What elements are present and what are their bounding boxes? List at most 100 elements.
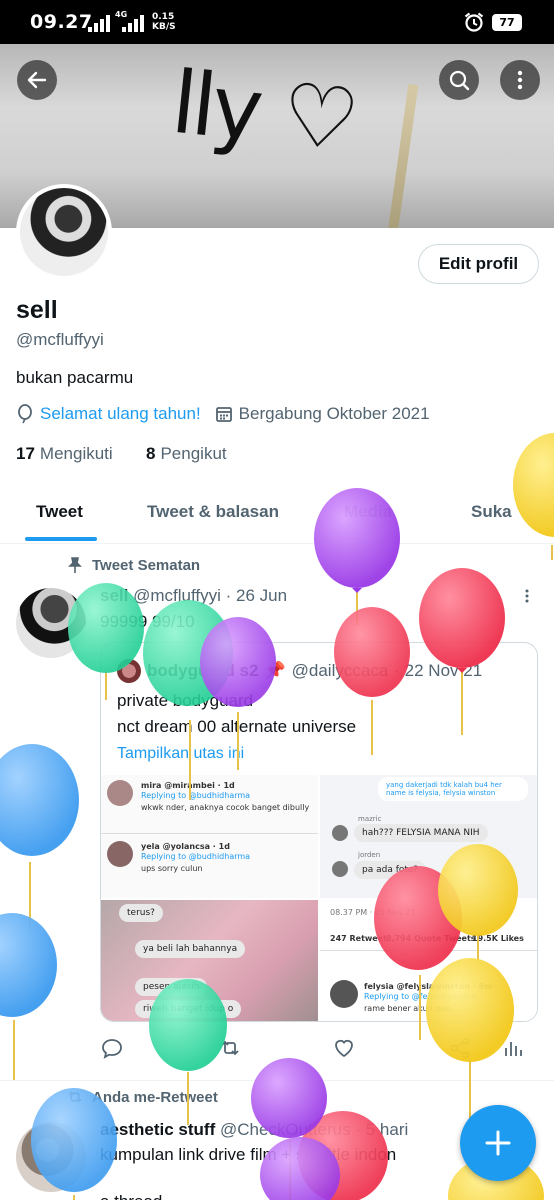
signal-icon xyxy=(88,14,110,32)
chat-bubble: ya beli lah bahannya xyxy=(135,940,246,958)
banner-streak xyxy=(387,84,419,228)
retweet-header: aesthetic stuff @CheckOutterus · 5 hari xyxy=(100,1120,408,1140)
mini-avatar xyxy=(107,841,133,867)
mini-time: 08.37 PM · 05 Nov 21 xyxy=(330,908,416,917)
profile-meta: Selamat ulang tahun! Bergabung Oktober 2… xyxy=(16,404,430,424)
chat-name: jorden xyxy=(358,851,381,859)
quote-line-2: nct dream 00 alternate universe xyxy=(117,717,357,736)
pinned-label-row: Tweet Sematan xyxy=(66,556,200,574)
calendar-icon xyxy=(215,407,232,422)
chat-bubble: terus? xyxy=(119,904,163,922)
retweet-handle: @CheckOutterus xyxy=(219,1120,351,1139)
profile-name: sell xyxy=(16,296,58,324)
back-button[interactable] xyxy=(17,60,57,100)
balloon xyxy=(0,913,57,1080)
followers-link[interactable]: 8 Pengikut xyxy=(146,444,227,464)
mini-text: ups sorry culun xyxy=(141,864,203,873)
tab-tweets-replies[interactable]: Tweet & balasan xyxy=(147,502,279,522)
tweet-actions xyxy=(100,1036,530,1064)
mini-user: felysia @felyslawinston · 8m xyxy=(364,982,493,991)
profile-tabs: Tweet Tweet & balasan Media Suka xyxy=(0,488,554,544)
quote-author: bodyguard s2 xyxy=(147,661,259,680)
pin-icon xyxy=(68,557,82,573)
following-count: 17 xyxy=(16,444,35,463)
followers-label: Pengikut xyxy=(160,444,227,463)
mini-likes: 19.5K Likes xyxy=(472,934,524,943)
mini-divider xyxy=(101,833,318,834)
retweet-text: kumpulan link drive film + subtitle indo… xyxy=(100,1145,397,1164)
quote-avatar xyxy=(117,659,141,683)
search-icon xyxy=(449,70,470,91)
alarm-clock-icon xyxy=(464,12,484,32)
tab-media[interactable]: Media xyxy=(344,502,392,522)
balloon-icon xyxy=(18,404,32,424)
quote-media-grid: mira @mirambei · 1d Replying to @budhidh… xyxy=(101,775,537,1021)
signal-icon-2 xyxy=(122,14,144,32)
tab-tweets[interactable]: Tweet xyxy=(36,502,83,522)
status-time: 09.27 xyxy=(30,11,93,33)
chat-bubble: pa ada foto? xyxy=(354,861,427,879)
retweet-label: Anda me-Retweet xyxy=(92,1088,218,1106)
analytics-icon[interactable] xyxy=(500,1036,524,1060)
edit-profile-button[interactable]: Edit profil xyxy=(418,244,539,284)
retweet-date: · 5 hari xyxy=(355,1120,409,1139)
tweet-avatar[interactable] xyxy=(16,588,86,658)
battery-indicator: 77 xyxy=(492,14,522,31)
mini-text: rame bener akun gue... xyxy=(364,1004,458,1013)
chat-bubble: riweh banget idup o xyxy=(135,1000,242,1018)
media-image-4[interactable]: 08.37 PM · 05 Nov 21 247 Retweet 8,794 Q… xyxy=(320,900,537,1021)
chat-avatar xyxy=(332,825,348,841)
tweet-author[interactable]: sell xyxy=(100,586,128,605)
retweet-label-row: Anda me-Retweet xyxy=(66,1088,218,1106)
retweet-avatar[interactable] xyxy=(16,1122,86,1192)
media-image-3[interactable]: terus? ya beli lah bahannya pesen ajasih… xyxy=(101,900,318,1021)
mini-user: yela @yolancsa · 1d xyxy=(141,842,230,851)
network-speed: 0.15 KB/S xyxy=(152,12,176,32)
profile-avatar[interactable] xyxy=(16,184,112,280)
chat-bubble: yang dakerjadi tdk kalah bu4 her name is… xyxy=(378,777,528,801)
like-icon[interactable] xyxy=(332,1036,356,1060)
show-thread-link[interactable]: Tampilkan utas ini xyxy=(117,745,244,763)
mini-quotes: 8,794 Quote Tweets xyxy=(386,934,476,943)
quote-handle: @dailyccaca xyxy=(291,661,389,680)
retweet-icon[interactable] xyxy=(218,1036,242,1060)
mini-reply: Replying to @felyslawinston xyxy=(364,992,477,1001)
mini-avatar xyxy=(107,780,133,806)
tweet-date: · 26 Jun xyxy=(225,586,288,605)
more-options-button[interactable] xyxy=(500,60,540,100)
media-image-1[interactable]: mira @mirambei · 1d Replying to @budhidh… xyxy=(101,775,318,898)
quote-header: bodyguard s2 📌 @dailyccaca · 22 Nov 21 xyxy=(117,659,482,683)
banner-text: lly ♡ xyxy=(167,52,360,172)
joined-date: Bergabung Oktober 2021 xyxy=(238,404,430,423)
mini-avatar xyxy=(330,980,358,1008)
chat-bubble: hah??? FELYSIA MANA NIH xyxy=(354,824,488,842)
balloon xyxy=(0,744,79,930)
mini-divider xyxy=(320,950,537,951)
media-image-2[interactable]: yang dakerjadi tdk kalah bu4 her name is… xyxy=(320,775,537,898)
share-icon[interactable] xyxy=(448,1036,472,1060)
arrow-left-icon xyxy=(27,71,47,89)
quoted-tweet[interactable]: bodyguard s2 📌 @dailyccaca · 22 Nov 21 p… xyxy=(100,642,538,1022)
followers-count: 8 xyxy=(146,444,156,463)
reply-icon[interactable] xyxy=(100,1036,124,1060)
mini-retweets: 247 Retweet xyxy=(330,934,387,943)
retweet-text-2: a thread xyxy=(100,1192,162,1200)
profile-handle: @mcfluffyyi xyxy=(16,330,104,349)
tab-likes[interactable]: Suka xyxy=(471,502,512,522)
search-button[interactable] xyxy=(439,60,479,100)
quote-date: · 22 Nov 21 xyxy=(394,661,483,680)
status-bar: 09.27 4G 0.15 KB/S 77 xyxy=(0,0,554,44)
quote-line-1: private bodyguard xyxy=(117,691,254,710)
tweet-handle: @mcfluffyyi xyxy=(133,586,221,605)
active-tab-indicator xyxy=(25,537,97,541)
pinned-label: Tweet Sematan xyxy=(92,556,201,574)
pin-emoji: 📌 xyxy=(264,661,286,680)
tweet-more-icon[interactable] xyxy=(520,588,534,604)
birthday-link[interactable]: Selamat ulang tahun! xyxy=(40,404,201,424)
following-link[interactable]: 17 Mengikuti xyxy=(16,444,113,464)
retweet-small-icon xyxy=(68,1091,82,1103)
tweet-header: sell @mcfluffyyi · 26 Jun xyxy=(100,586,287,606)
compose-tweet-button[interactable] xyxy=(460,1105,536,1181)
plus-icon xyxy=(485,1130,511,1156)
retweet-author[interactable]: aesthetic stuff xyxy=(100,1120,215,1139)
